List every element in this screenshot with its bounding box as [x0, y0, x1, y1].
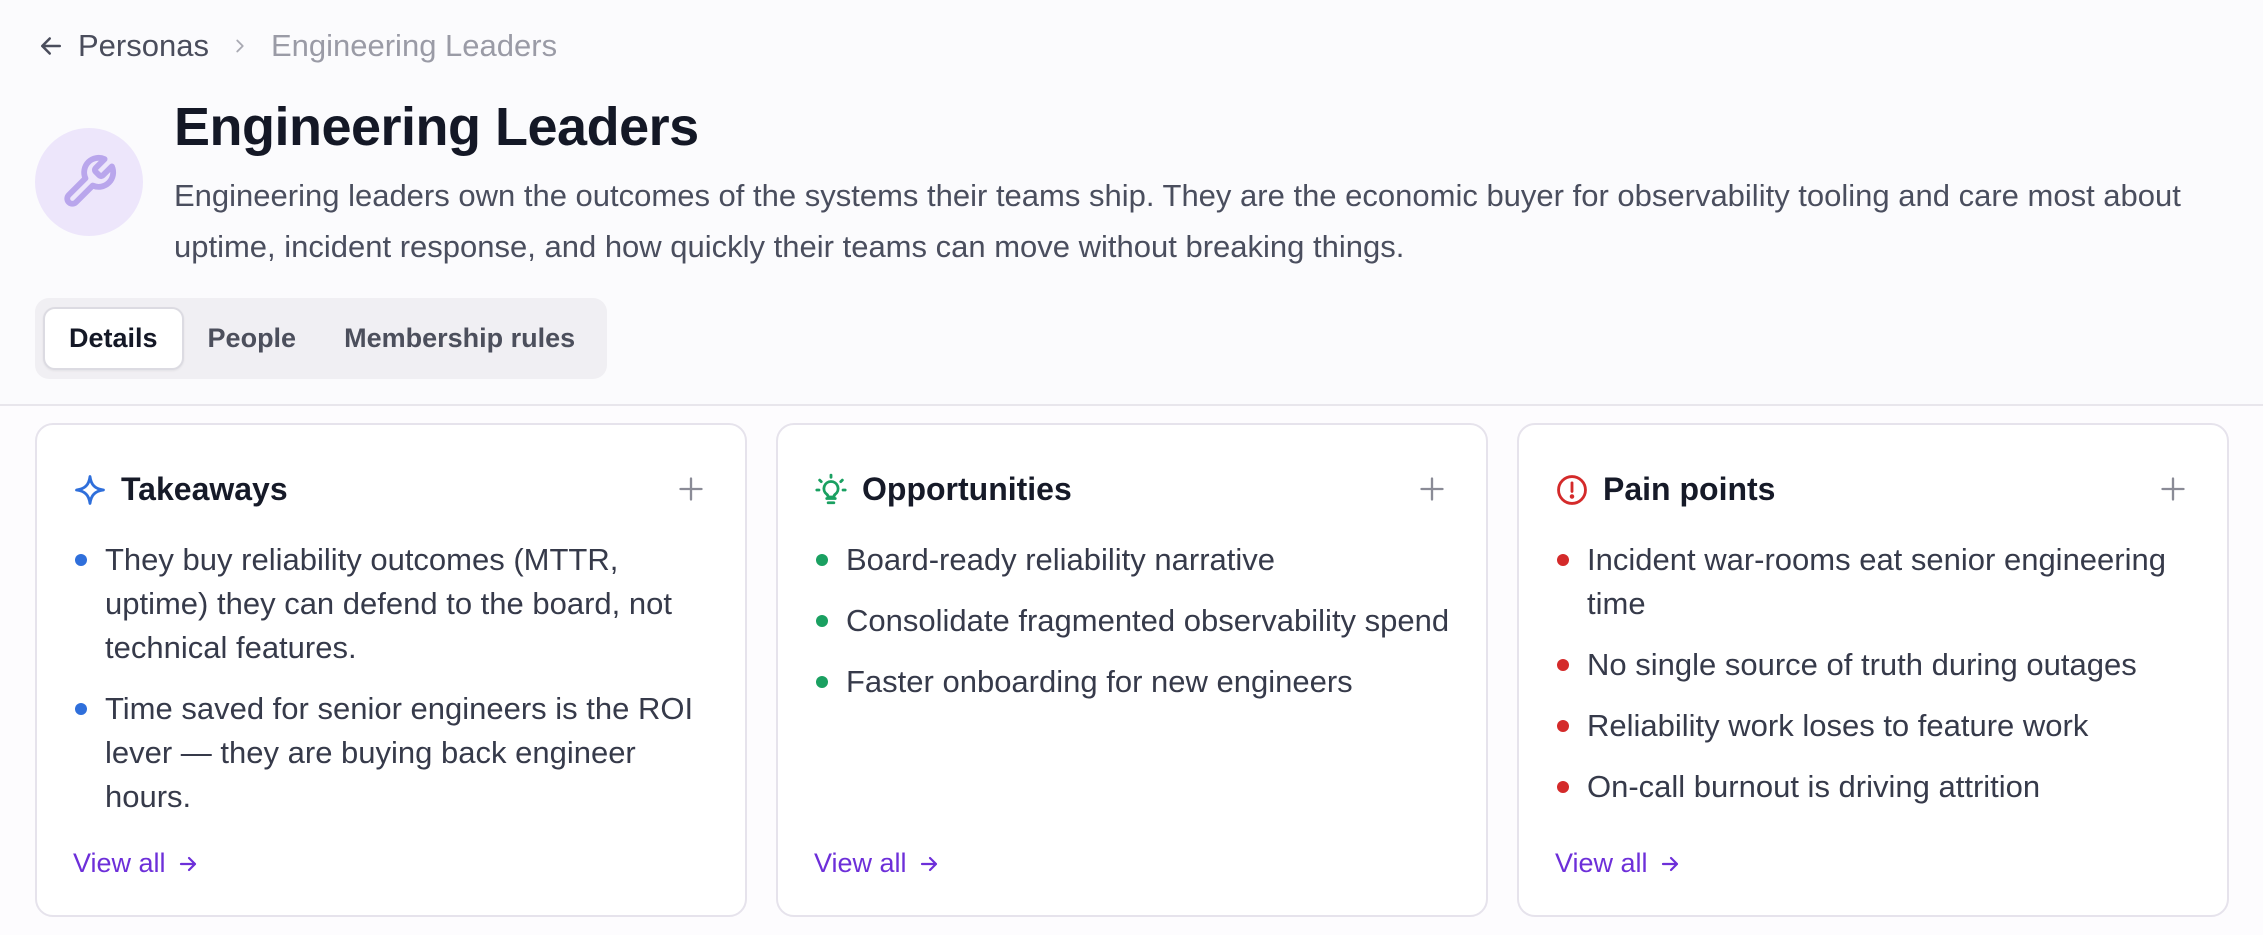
- arrow-left-icon[interactable]: [36, 31, 66, 61]
- pain-points-list: Incident war-rooms eat senior engineerin…: [1555, 538, 2197, 826]
- view-all-takeaways-link[interactable]: View all: [73, 848, 200, 879]
- list-item: On-call burnout is driving attrition: [1555, 765, 2197, 809]
- bullet: [1557, 659, 1569, 671]
- opportunities-card: Opportunities Board-ready reliability na…: [776, 423, 1488, 917]
- bullet: [1557, 781, 1569, 793]
- arrow-right-icon: [179, 856, 196, 871]
- bullet: [75, 703, 87, 715]
- chevron-right-icon: [236, 39, 244, 53]
- card-title: Opportunities: [862, 471, 1072, 507]
- pain-points-card: Pain points Incident war-rooms eat senio…: [1517, 423, 2229, 917]
- takeaways-card: Takeaways They buy reliability outcomes …: [35, 423, 747, 917]
- list-item: Faster onboarding for new engineers: [814, 660, 1456, 704]
- card-header: Pain points: [1555, 471, 1775, 508]
- add-opportunity-button[interactable]: [1418, 475, 1446, 503]
- bullet: [816, 554, 828, 566]
- bullet: [816, 615, 828, 627]
- wrench-icon: [64, 154, 117, 207]
- list-item: They buy reliability outcomes (MTTR, upt…: [73, 538, 715, 670]
- card-header: Opportunities: [814, 471, 1072, 508]
- tab-details[interactable]: Details: [43, 307, 184, 370]
- lightbulb-icon: [815, 473, 847, 504]
- arrow-right-icon: [920, 856, 937, 871]
- view-all-opportunities-link[interactable]: View all: [814, 848, 941, 879]
- view-all-pain-points-link[interactable]: View all: [1555, 848, 1682, 879]
- page-title: Engineering Leaders: [174, 97, 699, 157]
- add-takeaway-button[interactable]: [677, 475, 705, 503]
- card-title: Pain points: [1603, 471, 1776, 507]
- card-header: Takeaways: [73, 471, 288, 508]
- insight-cards: Takeaways They buy reliability outcomes …: [35, 423, 2229, 917]
- persona-description: Engineering leaders own the outcomes of …: [174, 178, 2181, 264]
- sparkle-icon: [75, 474, 105, 505]
- bullet: [1557, 554, 1569, 566]
- arrow-right-icon: [1661, 856, 1678, 871]
- alert-circle-icon: [1557, 474, 1587, 505]
- add-pain-point-button[interactable]: [2159, 475, 2187, 503]
- list-item: Time saved for senior engineers is the R…: [73, 687, 715, 819]
- breadcrumb-personas-link[interactable]: Personas: [78, 28, 209, 64]
- opportunities-list: Board-ready reliability narrative Consol…: [814, 538, 1456, 721]
- breadcrumb: Personas Engineering Leaders: [36, 28, 557, 64]
- bullet: [75, 554, 87, 566]
- tab-bar: Details People Membership rules: [35, 298, 608, 379]
- tab-membership-rules[interactable]: Membership rules: [320, 307, 599, 370]
- card-title: Takeaways: [121, 471, 288, 507]
- takeaways-list: They buy reliability outcomes (MTTR, upt…: [73, 538, 715, 836]
- list-item: Consolidate fragmented observability spe…: [814, 599, 1456, 643]
- avatar: [35, 128, 143, 236]
- list-item: Reliability work loses to feature work: [1555, 704, 2197, 748]
- bullet: [1557, 720, 1569, 732]
- tab-people[interactable]: People: [184, 307, 321, 370]
- list-item: Incident war-rooms eat senior engineerin…: [1555, 538, 2197, 626]
- list-item: Board-ready reliability narrative: [814, 538, 1456, 582]
- persona-header: Personas Engineering Leaders Engineering…: [0, 0, 2263, 406]
- list-item: No single source of truth during outages: [1555, 643, 2197, 687]
- bullet: [816, 676, 828, 688]
- breadcrumb-current: Engineering Leaders: [270, 28, 558, 63]
